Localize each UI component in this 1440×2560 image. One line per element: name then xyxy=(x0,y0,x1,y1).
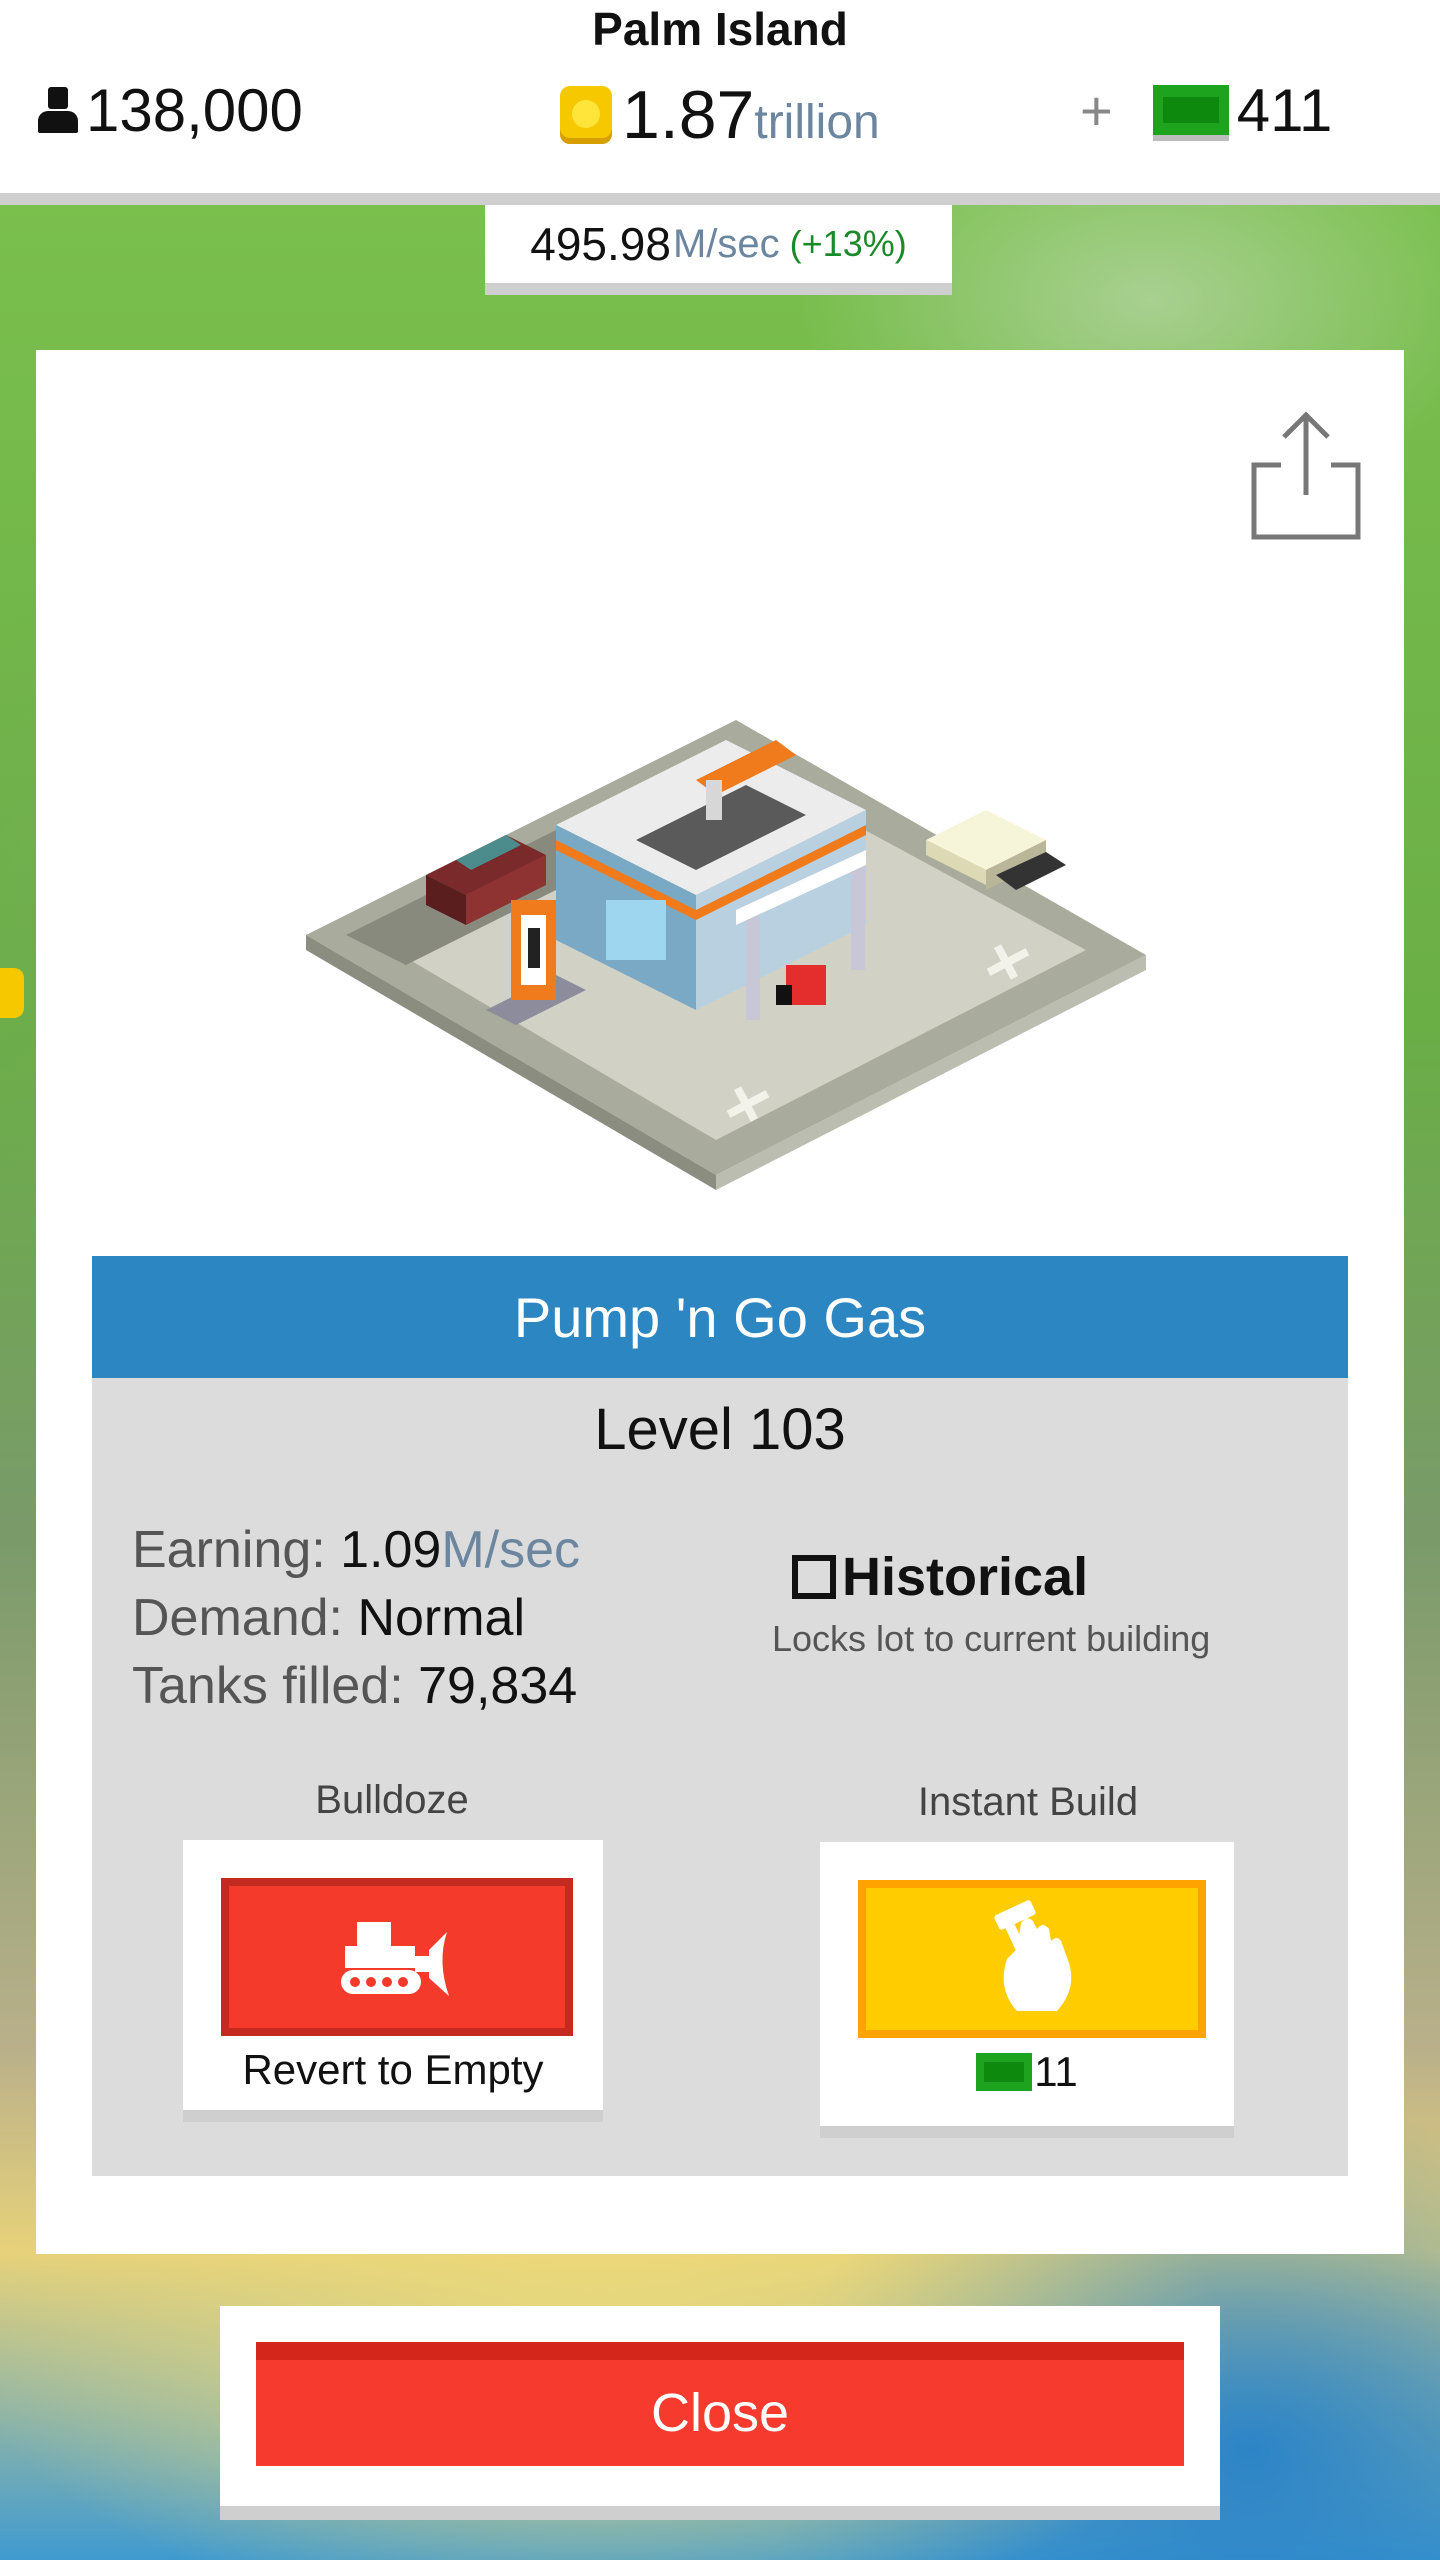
cash-icon xyxy=(1152,85,1229,135)
tanks-stat: Tanks filled: 79,834 xyxy=(132,1652,580,1720)
money-unit: trillion xyxy=(754,95,880,149)
bulldoze-caption: Revert to Empty xyxy=(242,2046,544,2093)
tanks-value: 79,834 xyxy=(418,1657,578,1715)
building-name: Pump 'n Go Gas xyxy=(92,1256,1348,1378)
demand-value: Normal xyxy=(357,1589,526,1647)
building-info-card: Pump 'n Go Gas Level 103 Earning: 1.09M/… xyxy=(36,350,1404,2254)
coin-icon xyxy=(0,968,24,1018)
city-name: Palm Island xyxy=(592,3,848,55)
money-counter: 1.87 trillion xyxy=(560,70,880,160)
close-container: Close xyxy=(220,2306,1220,2520)
building-stats: Earning: 1.09M/sec Demand: Normal Tanks … xyxy=(132,1516,580,1720)
historical-row[interactable]: Historical xyxy=(792,1546,1312,1608)
earning-stat: Earning: 1.09M/sec xyxy=(132,1516,580,1584)
bulldozer-icon xyxy=(341,1922,449,1996)
hammer-hand-icon xyxy=(994,1900,1072,2011)
bulldoze-card[interactable]: Revert to Empty xyxy=(183,1840,603,2122)
earning-value: 1.09 xyxy=(340,1521,442,1579)
building-level: Level 103 xyxy=(594,1397,846,1462)
top-bar: Palm Island 138,000 1.87 trillion + 411 xyxy=(0,0,1440,205)
cash-counter[interactable]: + 411 xyxy=(1080,70,1332,150)
cash-icon xyxy=(976,2053,1033,2091)
building-details-panel: Pump 'n Go Gas Level 103 Earning: 1.09M/… xyxy=(92,1256,1348,2176)
population-value: 138,000 xyxy=(86,76,303,144)
demand-label: Demand: xyxy=(132,1589,358,1647)
instant-build-cost-value: 11 xyxy=(1034,2048,1078,2095)
cash-value: 411 xyxy=(1236,76,1333,144)
instant-build-cost: 11 xyxy=(820,2048,1234,2096)
demand-stat: Demand: Normal xyxy=(132,1584,580,1652)
rate-unit: M/sec xyxy=(672,221,780,266)
bulldoze-title: Bulldoze xyxy=(315,1778,469,1822)
tanks-label: Tanks filled: xyxy=(132,1657,419,1715)
historical-label: Historical xyxy=(842,1547,1089,1607)
rate-bonus: (+13%) xyxy=(789,223,907,264)
coin-icon xyxy=(560,86,612,144)
earning-label: Earning: xyxy=(132,1521,341,1579)
bulldoze-button[interactable] xyxy=(221,1878,573,2036)
population-counter: 138,000 xyxy=(36,70,303,150)
gas-station-illustration xyxy=(306,720,1146,1190)
historical-description: Locks lot to current building xyxy=(772,1618,1211,1659)
instant-build-title: Instant Build xyxy=(917,1780,1139,1824)
rate-value: 495.98 xyxy=(530,218,671,270)
close-button[interactable]: Close xyxy=(256,2342,1184,2466)
historical-toggle[interactable]: Historical Locks lot to current building xyxy=(772,1546,1312,1660)
instant-build-card[interactable]: 11 xyxy=(820,1842,1234,2138)
historical-checkbox[interactable] xyxy=(792,1555,836,1599)
person-icon xyxy=(36,87,80,133)
income-rate: 495.98 M/sec (+13%) xyxy=(485,205,952,295)
instant-build-button[interactable] xyxy=(858,1880,1206,2038)
money-value: 1.87 xyxy=(622,77,755,153)
plus-icon[interactable]: + xyxy=(1080,78,1113,143)
share-icon[interactable] xyxy=(1246,405,1366,545)
earning-unit: M/sec xyxy=(441,1521,581,1579)
